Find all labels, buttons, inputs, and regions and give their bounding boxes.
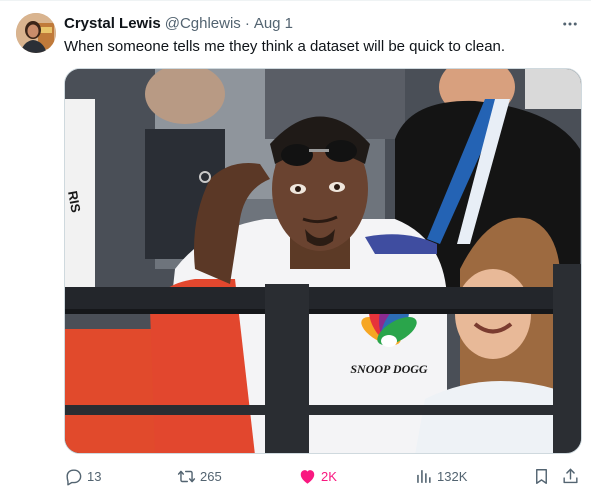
share-icon bbox=[563, 468, 578, 483]
views-button[interactable]: 132K bbox=[414, 462, 467, 490]
heart-filled-icon bbox=[300, 469, 315, 484]
tweet-actions: 13 265 2K 132K bbox=[64, 462, 582, 490]
tweet-date[interactable]: Aug 1 bbox=[254, 15, 293, 32]
reply-count: 13 bbox=[87, 468, 102, 484]
shirt-logo-text: SNOOP DOGG bbox=[350, 362, 428, 376]
repost-icon bbox=[177, 470, 196, 482]
repost-count: 265 bbox=[200, 468, 222, 484]
avatar-image bbox=[16, 13, 56, 53]
more-options-button[interactable] bbox=[559, 13, 581, 35]
avatar[interactable] bbox=[16, 13, 56, 53]
more-horizontal-icon bbox=[563, 22, 577, 26]
top-divider bbox=[0, 0, 591, 1]
reply-icon bbox=[66, 468, 82, 486]
like-button[interactable]: 2K bbox=[298, 462, 337, 490]
repost-button[interactable]: 265 bbox=[177, 462, 222, 490]
tweet-text: When someone tells me they think a datas… bbox=[64, 38, 506, 55]
bookmark-button[interactable] bbox=[532, 462, 551, 490]
separator-dot: · bbox=[244, 14, 250, 32]
reply-button[interactable]: 13 bbox=[64, 462, 101, 490]
tweet-media-image[interactable]: RIS SNOOP DOGG bbox=[64, 68, 582, 454]
photo-scene: RIS SNOOP DOGG bbox=[65, 69, 581, 453]
user-handle[interactable]: @Cghlewis bbox=[165, 15, 241, 32]
tweet-header: Crystal Lewis @Cghlewis · Aug 1 bbox=[64, 13, 293, 33]
like-count: 2K bbox=[321, 468, 337, 484]
bookmark-icon bbox=[536, 468, 547, 484]
views-count: 132K bbox=[437, 468, 468, 484]
display-name[interactable]: Crystal Lewis bbox=[64, 15, 161, 32]
share-button[interactable] bbox=[561, 462, 580, 490]
views-chart-icon bbox=[417, 469, 431, 483]
